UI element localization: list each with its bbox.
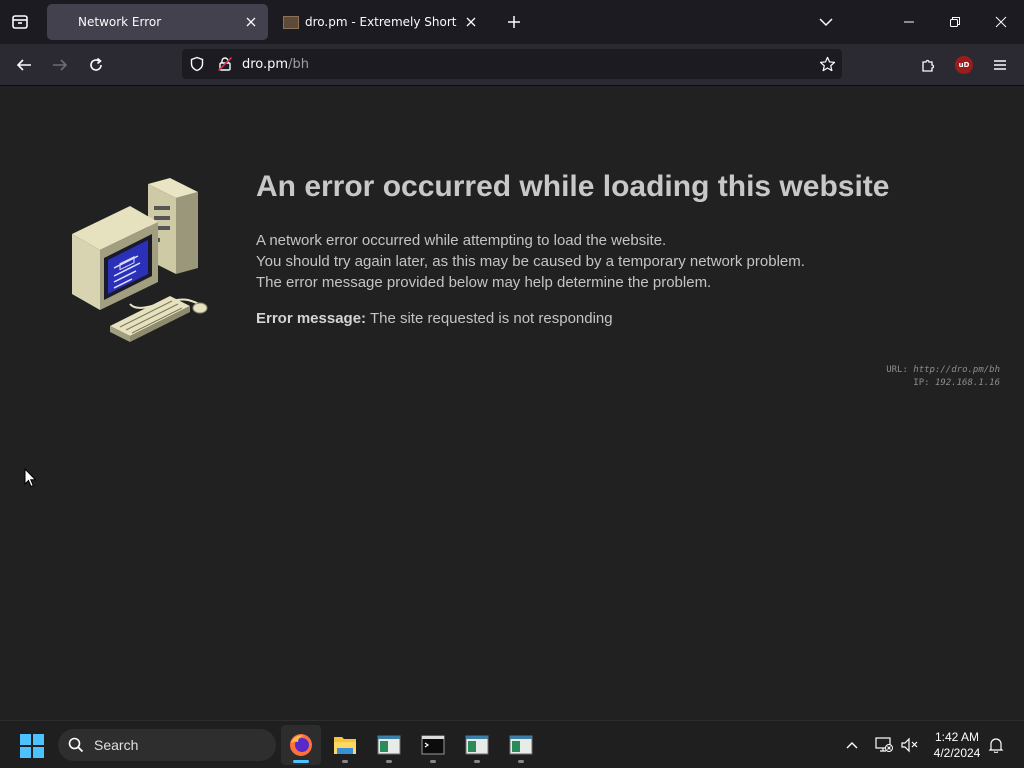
show-hidden-icons-button[interactable]	[840, 733, 864, 757]
reload-button[interactable]	[81, 50, 111, 80]
extensions-button[interactable]	[913, 50, 943, 80]
navigation-toolbar: dro.pm/bh uD	[0, 44, 1024, 86]
taskbar-file-explorer[interactable]	[325, 725, 365, 765]
error-message: Error message: The site requested is not…	[256, 310, 613, 327]
url-text[interactable]: dro.pm/bh	[242, 57, 816, 72]
ublock-origin-button[interactable]: uD	[949, 50, 979, 80]
description-line: You should try again later, as this may …	[256, 253, 805, 270]
close-icon	[466, 17, 476, 27]
bookmark-star-icon[interactable]	[816, 53, 838, 75]
window-app-icon	[465, 735, 489, 755]
list-all-tabs-button[interactable]	[6, 8, 34, 36]
chevron-up-icon	[846, 742, 858, 749]
arrow-left-icon	[16, 59, 31, 71]
minimize-button[interactable]	[894, 6, 924, 38]
tab-title: dro.pm - Extremely Short Links	[305, 15, 461, 29]
forward-button[interactable]	[45, 50, 75, 80]
taskbar-window-app[interactable]	[369, 725, 409, 765]
clock-time: 1:42 AM	[934, 730, 980, 744]
tab-list-icon	[12, 15, 28, 29]
meta-ip-label: IP:	[913, 378, 930, 388]
close-window-button[interactable]	[986, 6, 1016, 38]
url-path: /bh	[288, 56, 309, 72]
description-line: The error message provided below may hel…	[256, 274, 712, 291]
minimize-icon	[904, 21, 914, 23]
search-icon	[68, 737, 84, 753]
clock-date: 4/2/2024	[933, 746, 981, 760]
bell-icon	[988, 738, 1004, 753]
tab-title: Network Error	[78, 15, 162, 29]
tab-network-error[interactable]: Network Error	[47, 4, 268, 40]
restore-button[interactable]	[940, 6, 970, 38]
plus-icon	[508, 16, 520, 28]
error-title: An error occurred while loading this web…	[256, 170, 890, 203]
error-message-label: Error message:	[256, 310, 367, 327]
tab-close-button[interactable]	[461, 12, 481, 32]
meta-url-value: http://dro.pm/bh	[913, 365, 1000, 375]
app-menu-button[interactable]	[985, 50, 1015, 80]
running-indicator	[518, 760, 524, 763]
hamburger-menu-icon	[994, 60, 1006, 70]
back-button[interactable]	[9, 50, 39, 80]
url-host: dro.pm	[242, 56, 289, 72]
volume-muted-icon	[901, 737, 918, 753]
firefox-icon	[290, 734, 312, 756]
insecure-lock-icon[interactable]	[214, 53, 236, 75]
volume-button[interactable]	[898, 733, 922, 757]
new-tab-button[interactable]	[502, 10, 526, 34]
arrow-right-icon	[53, 59, 68, 71]
network-disconnected-icon	[875, 737, 893, 752]
meta-ip-row: IP: 192.168.1.16	[886, 377, 1000, 390]
taskbar: Search 1:42 AM 4/2/2024	[0, 720, 1024, 768]
tab-strip: Network Error dro.pm - Extremely Short L…	[0, 0, 1024, 44]
description-line: A network error occurred while attemptin…	[256, 232, 667, 249]
puzzle-icon	[922, 59, 935, 72]
running-indicator	[386, 760, 392, 763]
error-message-text: The site requested is not responding	[366, 310, 613, 327]
mouse-cursor-icon	[24, 468, 37, 488]
network-status-button[interactable]	[872, 733, 896, 757]
ublock-icon: uD	[955, 56, 973, 74]
file-explorer-icon	[334, 737, 356, 754]
site-favicon-icon	[283, 15, 299, 29]
close-icon	[246, 17, 256, 27]
taskbar-search[interactable]: Search	[58, 729, 276, 761]
window-app-icon	[377, 735, 401, 755]
running-indicator	[430, 760, 436, 763]
meta-url-row: URL: http://dro.pm/bh	[886, 364, 1000, 377]
tab-close-button[interactable]	[241, 12, 261, 32]
taskbar-firefox[interactable]	[281, 725, 321, 765]
terminal-icon	[421, 735, 445, 755]
retro-computer-illustration	[72, 178, 208, 342]
windows-start-icon[interactable]	[20, 734, 44, 758]
tab-dro-pm[interactable]: dro.pm - Extremely Short Links	[276, 4, 488, 40]
system-clock[interactable]: 1:42 AM 4/2/2024	[926, 729, 988, 761]
notifications-button[interactable]	[984, 733, 1008, 757]
close-icon	[995, 16, 1007, 28]
taskbar-window-app[interactable]	[501, 725, 541, 765]
active-indicator	[293, 760, 309, 763]
window-app-icon	[509, 735, 533, 755]
meta-url-label: URL:	[886, 365, 908, 375]
running-indicator	[474, 760, 480, 763]
meta-ip-value: 192.168.1.16	[934, 378, 1000, 388]
chevron-down-icon	[819, 18, 833, 27]
search-label: Search	[94, 737, 139, 753]
reload-icon	[90, 57, 102, 71]
address-bar[interactable]: dro.pm/bh	[182, 49, 842, 79]
page-content: An error occurred while loading this web…	[0, 86, 1024, 720]
taskbar-terminal[interactable]	[413, 725, 453, 765]
running-indicator	[342, 760, 348, 763]
shield-icon[interactable]	[186, 53, 208, 75]
taskbar-window-app[interactable]	[457, 725, 497, 765]
error-description: A network error occurred while attemptin…	[256, 230, 805, 293]
request-meta: URL: http://dro.pm/bh IP: 192.168.1.16	[886, 364, 1000, 390]
restore-icon	[950, 17, 960, 27]
tab-overflow-button[interactable]	[812, 10, 840, 34]
